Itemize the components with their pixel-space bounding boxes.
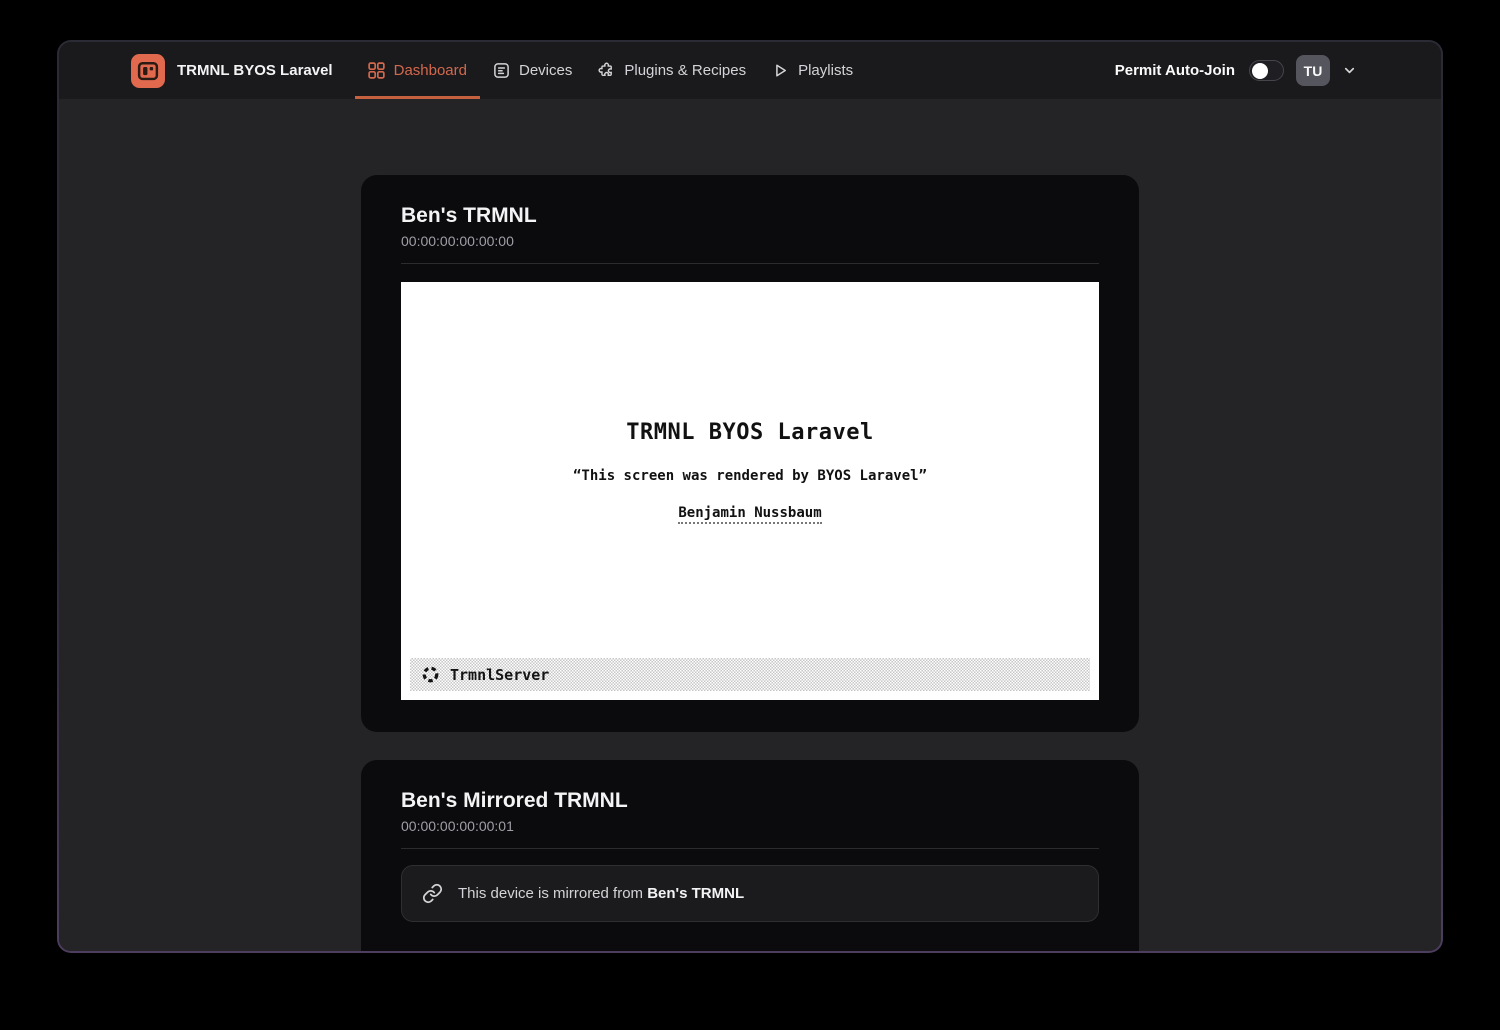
tab-playlists[interactable]: Playlists	[759, 42, 866, 99]
screen-status-bar: TrmnlServer	[410, 658, 1090, 691]
permit-auto-join-label: Permit Auto-Join	[1115, 62, 1235, 79]
device-card-bens-trmnl: Ben's TRMNL 00:00:00:00:00:00 TRMNL BYOS…	[361, 175, 1139, 732]
spinner-icon	[421, 665, 440, 684]
nav-tabs: Dashboard Devices Plugins & Recipes	[355, 42, 867, 99]
screen-status-label: TrmnlServer	[450, 666, 549, 684]
trmnl-logo-icon	[131, 54, 165, 88]
tab-dashboard[interactable]: Dashboard	[355, 42, 480, 99]
tab-label: Devices	[519, 62, 572, 79]
screen-author-link: Benjamin Nussbaum	[678, 505, 821, 524]
device-screen-preview: TRMNL BYOS Laravel “This screen was rend…	[401, 282, 1099, 700]
chevron-down-icon[interactable]	[1342, 63, 1357, 78]
mirror-text: This device is mirrored from Ben's TRMNL	[458, 885, 744, 902]
brand-title: TRMNL BYOS Laravel	[177, 62, 333, 79]
tab-label: Plugins & Recipes	[624, 62, 746, 79]
tab-plugins-recipes[interactable]: Plugins & Recipes	[585, 42, 759, 99]
play-icon	[772, 62, 789, 79]
tab-label: Dashboard	[394, 62, 467, 79]
mirror-text-prefix: This device is mirrored from	[458, 885, 647, 902]
tab-label: Playlists	[798, 62, 853, 79]
app-window-frame: TRMNL BYOS Laravel Dashboard	[57, 40, 1443, 953]
puzzle-icon	[598, 62, 615, 79]
divider	[401, 848, 1099, 849]
device-name: Ben's TRMNL	[401, 203, 1099, 229]
divider	[401, 263, 1099, 264]
device-mac: 00:00:00:00:00:00	[401, 233, 1099, 249]
toggle-knob	[1252, 63, 1268, 79]
screen-quote: “This screen was rendered by BYOS Larave…	[401, 468, 1099, 484]
mirror-info-box: This device is mirrored from Ben's TRMNL	[401, 865, 1099, 922]
dashboard-grid-icon	[368, 62, 385, 79]
devices-icon	[493, 62, 510, 79]
dashboard-main: Ben's TRMNL 00:00:00:00:00:00 TRMNL BYOS…	[59, 99, 1441, 951]
brand: TRMNL BYOS Laravel	[131, 42, 333, 99]
navbar-right: Permit Auto-Join TU	[1115, 42, 1357, 99]
device-name: Ben's Mirrored TRMNL	[401, 788, 1099, 814]
tab-devices[interactable]: Devices	[480, 42, 585, 99]
user-avatar[interactable]: TU	[1296, 55, 1330, 86]
device-mac: 00:00:00:00:00:01	[401, 818, 1099, 834]
avatar-initials: TU	[1304, 63, 1323, 79]
app-window: TRMNL BYOS Laravel Dashboard	[59, 42, 1441, 951]
screen-content: TRMNL BYOS Laravel “This screen was rend…	[401, 282, 1099, 524]
device-card-bens-mirrored-trmnl: Ben's Mirrored TRMNL 00:00:00:00:00:01 T…	[361, 760, 1139, 951]
mirror-source-device: Ben's TRMNL	[647, 885, 744, 902]
permit-auto-join-toggle[interactable]	[1249, 60, 1284, 81]
screen-title: TRMNL BYOS Laravel	[401, 420, 1099, 445]
link-icon	[422, 883, 443, 904]
top-navbar: TRMNL BYOS Laravel Dashboard	[59, 42, 1441, 99]
